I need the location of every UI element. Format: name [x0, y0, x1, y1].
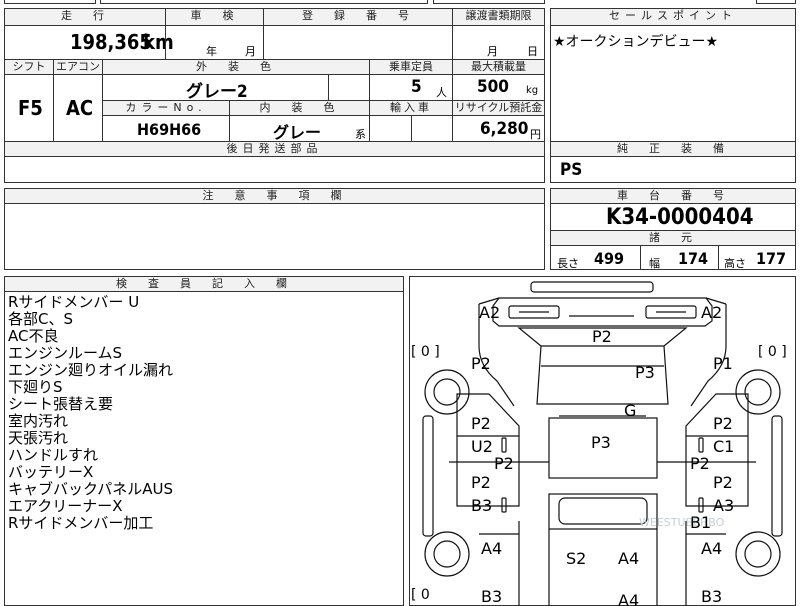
width-value: 174	[678, 249, 709, 268]
bracket-left: [ 0 ]	[411, 344, 440, 360]
mark-p3-hood: P3	[635, 363, 655, 382]
max-load-value: 500	[477, 77, 509, 97]
max-load-unit: kg	[526, 85, 539, 96]
header-inspector: 検 査 員 記 入 欄	[5, 277, 403, 291]
top-fragment-mid	[100, 0, 428, 4]
header-shift: シフト	[5, 60, 53, 74]
header-exterior-color: 外 装 色	[103, 60, 369, 74]
shift-value: F5	[18, 96, 43, 120]
remark-line: エンジンルームS	[8, 344, 123, 362]
mark-p2-right-door1: P2	[713, 414, 733, 433]
header-specs: 諸 元	[551, 231, 795, 245]
vehicle-diagram: WEESTUBEHBO [ 0 ] [ 0 ] [ 0 A2 A2 P2 P2 …	[411, 281, 787, 606]
height-value: 177	[756, 249, 787, 268]
mark-b1: B1	[690, 513, 711, 532]
recycle-value: 6,280	[480, 119, 529, 139]
mark-a4-bottom: A4	[618, 591, 639, 606]
mark-p2-right-sill: P2	[690, 454, 710, 473]
height-label: 高さ	[724, 257, 746, 270]
transfer-day: 日	[527, 45, 538, 58]
mark-a2-right: A2	[701, 303, 722, 322]
top-fragment-far	[756, 0, 796, 4]
capacity-unit: 人	[436, 86, 447, 99]
bracket-bottom: [ 0	[411, 587, 430, 603]
header-equipment: 純 正 装 備	[551, 142, 795, 156]
header-mileage: 走 行	[5, 9, 165, 25]
remark-line: キャブバックパネルAUS	[8, 480, 174, 498]
header-interior-color: 内 装 色	[230, 101, 369, 115]
header-import: 輸入車	[370, 101, 452, 115]
interior-color-suffix: 系	[355, 128, 366, 141]
header-inspection: 車 検	[166, 9, 263, 25]
mark-c1: C1	[713, 437, 734, 456]
top-fragment-left	[4, 0, 96, 4]
mileage-value: 198,365	[70, 30, 152, 54]
mark-a4-right: A4	[701, 539, 722, 558]
header-later-parts: 後日発送部品	[5, 142, 544, 156]
mark-p2-right-door2: P2	[713, 473, 733, 492]
sales-point-text: ★オークションデビュー★	[553, 34, 719, 50]
chassis-number: K34-0000404	[606, 205, 754, 230]
mark-b3-left: B3	[471, 496, 492, 515]
header-color-no: カラーNo.	[103, 101, 229, 115]
mark-p1-right-fender: P1	[713, 354, 733, 373]
header-registration: 登 録 番 号	[264, 9, 452, 25]
exterior-color-value: グレー2	[186, 82, 248, 102]
mark-p2-left-door1: P2	[471, 414, 491, 433]
header-sales-point: セールスポイント	[551, 9, 795, 25]
diagram-watermark: WEESTUBEHBO	[639, 516, 725, 529]
mark-p3-roof: P3	[591, 433, 611, 452]
mark-p2-left-sill: P2	[494, 454, 514, 473]
remark-line: Rサイドメンバー加工	[8, 514, 154, 532]
length-value: 499	[594, 249, 625, 268]
inspection-year: 年	[206, 45, 217, 58]
mark-g-glass: G	[624, 401, 636, 420]
mark-p2-left-door2: P2	[471, 473, 491, 492]
header-notes: 注 意 事 項 欄	[5, 189, 544, 203]
aircon-value: AC	[66, 96, 94, 120]
remark-line: 室内汚れ	[8, 412, 69, 430]
mark-b3-bottom-right: B3	[701, 587, 722, 606]
header-aircon: エアコン	[54, 60, 102, 74]
transfer-month: 月	[487, 45, 498, 58]
header-capacity: 乗車定員	[370, 60, 452, 74]
header-max-load: 最大積載量	[453, 60, 544, 74]
top-fragment-right	[433, 0, 545, 4]
mark-u2: U2	[471, 437, 493, 456]
remark-line: エアクリーナーX	[8, 497, 123, 515]
color-no-value: H69H66	[137, 120, 202, 139]
remark-line: ハンドルすれ	[8, 446, 99, 464]
capacity-value: 5	[411, 77, 422, 97]
mark-a2-left: A2	[479, 303, 500, 322]
length-label: 長さ	[557, 257, 579, 270]
recycle-unit: 円	[530, 128, 541, 141]
mark-b3-bottom-left: B3	[481, 587, 502, 606]
mark-p2-left-fender: P2	[471, 354, 491, 373]
bracket-right: [ 0 ]	[758, 344, 787, 360]
remark-line: シート張替え要	[8, 395, 114, 413]
mark-a4-left: A4	[481, 539, 502, 558]
remark-line: エンジン廻りオイル漏れ	[8, 361, 174, 379]
mileage-unit: km	[143, 30, 174, 54]
header-chassis: 車 台 番 号	[551, 189, 795, 203]
mark-s2: S2	[566, 549, 586, 568]
remark-line: バッテリーX	[8, 463, 94, 481]
remark-line: Rサイドメンバー U	[8, 293, 140, 311]
inspection-month: 月	[245, 45, 256, 58]
remark-line: AC不良	[8, 327, 59, 345]
equipment-value: PS	[560, 160, 583, 180]
remark-line: 下廻りS	[8, 378, 63, 396]
mark-a3: A3	[713, 496, 734, 515]
header-transfer: 譲渡書類期限	[453, 9, 544, 25]
remark-line: 各部C、S	[8, 310, 73, 328]
header-recycle: リサイクル預託金	[453, 101, 544, 115]
width-label: 幅	[649, 257, 660, 270]
mark-a4-bed: A4	[618, 549, 639, 568]
interior-color-value: グレー	[273, 123, 322, 142]
inspector-remarks: Rサイドメンバー U 各部C、S AC不良 エンジンルームS エンジン廻りオイル…	[8, 294, 173, 532]
remark-line: 天張汚れ	[8, 429, 69, 447]
mark-p2-front: P2	[592, 327, 612, 346]
